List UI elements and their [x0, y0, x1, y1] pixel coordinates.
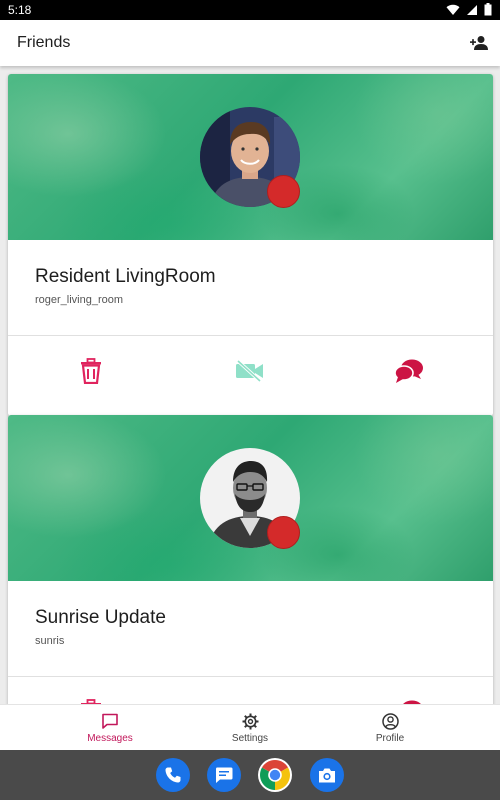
card-actions	[8, 336, 493, 406]
delete-friend-button[interactable]	[76, 697, 106, 704]
friend-card: Sunrise Update sunris	[8, 415, 493, 704]
cell-signal-icon	[467, 4, 477, 15]
chrome-app-icon[interactable]	[258, 758, 292, 792]
status-time: 5:18	[8, 3, 32, 17]
nav-item-settings[interactable]: Settings	[195, 705, 305, 751]
nav-label: Settings	[231, 733, 269, 744]
person-add-icon	[470, 36, 488, 50]
friend-name: Sunrise Update	[35, 607, 166, 628]
card-actions	[8, 677, 493, 704]
trash-icon	[81, 358, 101, 384]
account-circle-icon	[381, 713, 399, 730]
friend-name: Resident LivingRoom	[35, 266, 216, 287]
avatar-container	[200, 448, 300, 549]
status-indicator	[267, 175, 300, 208]
status-icons	[446, 3, 492, 16]
friend-username: sunris	[35, 635, 65, 647]
friends-list[interactable]: Resident LivingRoom roger_living_room Su…	[0, 66, 500, 704]
video-call-button[interactable]	[235, 697, 265, 704]
camera-app-icon[interactable]	[310, 758, 344, 792]
nav-label: Messages	[87, 733, 133, 744]
status-indicator	[267, 516, 300, 549]
card-banner	[8, 415, 493, 581]
friend-username: roger_living_room	[35, 294, 124, 306]
chat-bubble-outline-icon	[102, 713, 118, 729]
video-off-icon	[236, 360, 263, 382]
chat-button[interactable]	[394, 697, 424, 704]
card-banner	[8, 74, 493, 240]
add-friend-button[interactable]	[468, 32, 490, 54]
friend-card: Resident LivingRoom roger_living_room	[8, 74, 493, 416]
chat-button[interactable]	[394, 356, 424, 386]
app-bar: Friends	[0, 20, 500, 66]
page-title: Friends	[17, 34, 71, 51]
phone-app-icon[interactable]	[156, 758, 190, 792]
system-dock	[0, 750, 500, 800]
gear-icon	[242, 713, 258, 730]
messages-app-icon[interactable]	[207, 758, 241, 792]
avatar-container	[200, 107, 300, 208]
chat-bubbles-icon	[394, 359, 423, 383]
nav-label: Profile	[375, 733, 405, 744]
bottom-navigation: Messages Settings Profile	[0, 704, 500, 750]
video-call-button[interactable]	[235, 356, 265, 386]
status-bar: 5:18	[0, 0, 500, 20]
wifi-icon	[446, 4, 460, 15]
battery-icon	[484, 3, 492, 16]
nav-item-messages[interactable]: Messages	[55, 705, 165, 751]
delete-friend-button[interactable]	[76, 356, 106, 386]
nav-item-profile[interactable]: Profile	[335, 705, 445, 751]
